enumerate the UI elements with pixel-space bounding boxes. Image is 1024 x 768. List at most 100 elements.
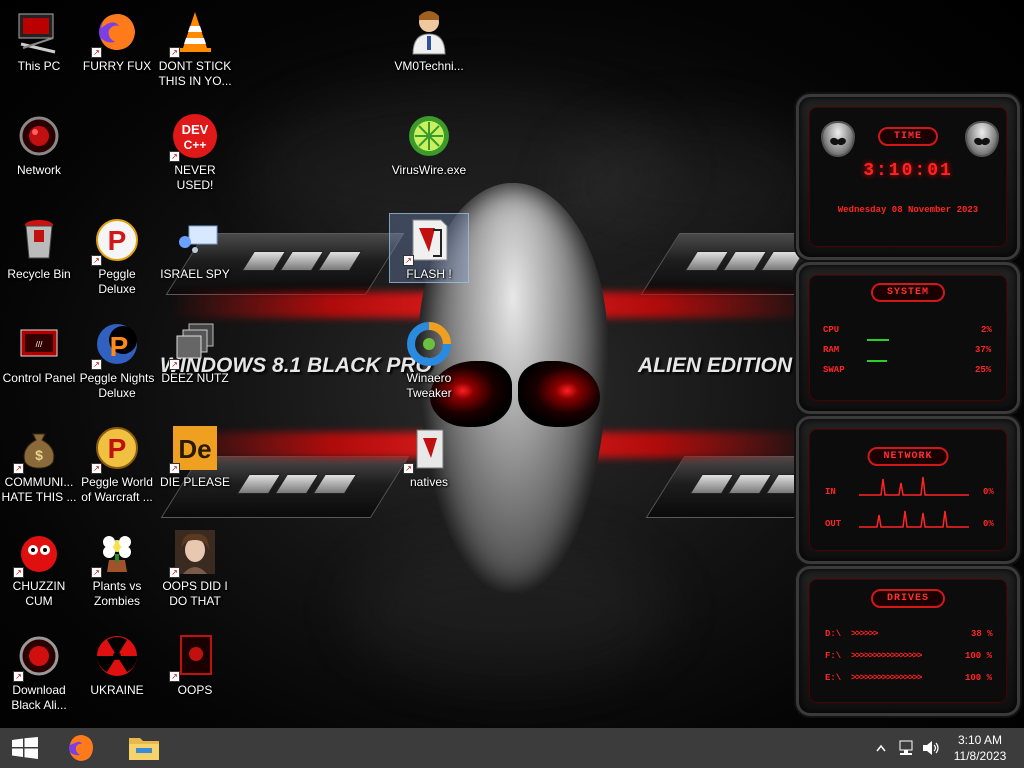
svg-text:P: P	[108, 225, 127, 256]
portrait-icon: ↗	[169, 528, 219, 578]
desktop-icon-control-panel[interactable]: /// Control Panel	[0, 320, 78, 386]
desktop-icon-winaero[interactable]: Winaero Tweaker	[390, 320, 468, 401]
network-in-value: 0%	[983, 487, 994, 497]
drive-f-label: F:\	[825, 651, 842, 661]
stacked-windows-icon: ↗	[169, 320, 219, 370]
desktop-icon-natives[interactable]: ↗ natives	[390, 424, 468, 490]
limewire-icon	[405, 112, 453, 160]
system-widget: SYSTEM CPU 2% RAM 37% SWAP 25%	[796, 262, 1020, 414]
svg-text:P: P	[108, 433, 127, 464]
volume-icon	[923, 741, 939, 755]
drives-widget: DRIVES D:\ >>>>>> 38 % F:\ >>>>>>>>>>>>>…	[796, 566, 1020, 716]
ram-label: RAM	[823, 345, 840, 355]
desktop-icon-network[interactable]: Network	[0, 112, 78, 178]
svg-text:///: ///	[36, 340, 43, 349]
svg-text:$: $	[35, 447, 43, 463]
peggle-nights-icon: P ↗	[91, 320, 141, 370]
windows-start-icon	[12, 737, 38, 759]
control-panel-icon: ///	[15, 320, 63, 368]
file-explorer-icon	[129, 738, 159, 760]
winaero-icon	[405, 320, 453, 368]
natives-folder-icon: ↗	[403, 424, 453, 474]
ram-usage-bar	[867, 339, 889, 341]
radiation-icon	[93, 632, 141, 680]
drive-d-value: 38 %	[971, 629, 993, 639]
desktop-icon-plants-vs-zombies[interactable]: ↗ Plants vs Zombies	[78, 528, 156, 609]
cpu-value: 2%	[981, 325, 992, 335]
network-out-value: 0%	[983, 519, 994, 529]
desktop-icon-israel-spy[interactable]: ISRAEL SPY	[156, 216, 234, 282]
smoke-effect	[560, 120, 820, 250]
desktop-icon-viruswire[interactable]: VirusWire.exe	[390, 112, 468, 178]
widget-date: Wednesday 08 November 2023	[837, 205, 979, 215]
network-widget: NETWORK IN 0% OUT 0%	[796, 416, 1020, 564]
desktop-icon-deez-nutz[interactable]: ↗ DEEZ NUTZ	[156, 320, 234, 386]
flash-folder-icon: ↗	[403, 216, 453, 266]
svg-text:P: P	[110, 331, 129, 362]
desktop-icon-dont-stick[interactable]: ↗ DONT STICK THIS IN YO...	[156, 8, 234, 89]
peggle-icon: P ↗	[91, 216, 141, 266]
desktop-icon-recycle-bin[interactable]: Recycle Bin	[0, 216, 78, 282]
drives-widget-title: DRIVES	[870, 589, 946, 608]
network-widget-title: NETWORK	[867, 447, 949, 466]
desktop[interactable]: WINDOWS 8.1 BLACK PRO ALIEN EDITION 20 T…	[0, 0, 1024, 728]
desktop-icon-die-please[interactable]: De ↗ DIE PLEASE	[156, 424, 234, 490]
desktop-icon-oops[interactable]: ↗ OOPS	[156, 632, 234, 698]
desktop-icon-peggle-deluxe[interactable]: P ↗ Peggle Deluxe	[78, 216, 156, 297]
pvz-icon: ↗	[91, 528, 141, 578]
drive-f-bar: >>>>>>>>>>>>>>>>	[851, 651, 922, 661]
desktop-icon-communi[interactable]: $ ↗ COMMUNI... HATE THIS ...	[0, 424, 78, 505]
volume-button[interactable]	[918, 728, 942, 768]
start-button[interactable]	[0, 728, 50, 768]
drive-e-value: 100 %	[965, 673, 993, 683]
swap-label: SWAP	[823, 365, 845, 375]
drive-e-label: E:\	[825, 673, 842, 683]
wallpaper-text-right: ALIEN EDITION 20	[638, 354, 822, 377]
desktop-icon-chuzzin[interactable]: ↗ CHUZZIN CUM	[0, 528, 78, 609]
die-icon: De ↗	[169, 424, 219, 474]
network-tray-button[interactable]	[894, 728, 918, 768]
drive-d-bar: >>>>>>	[851, 629, 878, 639]
oops-icon: ↗	[169, 632, 219, 682]
firefox-icon	[69, 735, 93, 761]
desktop-icon-flash[interactable]: ↗ FLASH !	[389, 213, 469, 283]
download-alien-icon: ↗	[13, 632, 63, 682]
time-widget: TIME 3:10:01 Wednesday 08 November 2023	[796, 94, 1020, 260]
this-pc-icon	[15, 8, 63, 56]
desktop-icon-peggle-nights[interactable]: P ↗ Peggle Nights Deluxe	[78, 320, 156, 401]
desktop-icon-vm0technician[interactable]: VM0Techni...	[390, 8, 468, 74]
network-icon	[15, 112, 63, 160]
drive-f-value: 100 %	[965, 651, 993, 661]
desktop-icon-ukraine[interactable]: UKRAINE	[78, 632, 156, 698]
desktop-icon-peggle-wow[interactable]: P ↗ Peggle World of Warcraft ...	[78, 424, 156, 505]
vlc-cone-icon: ↗	[169, 8, 219, 58]
network-in-graph	[859, 476, 969, 496]
desktop-icon-download-black-alien[interactable]: ↗ Download Black Ali...	[0, 632, 78, 713]
taskbar-firefox[interactable]	[58, 728, 104, 768]
chuzzle-icon: ↗	[13, 528, 63, 578]
desktop-icon-this-pc[interactable]: This PC	[0, 8, 78, 74]
drive-d-label: D:\	[825, 629, 842, 639]
swap-value: 25%	[975, 365, 992, 375]
desktop-icon-furry-fux[interactable]: ↗ FURRY FUX	[78, 8, 156, 74]
technician-icon	[405, 8, 453, 56]
ram-value: 37%	[975, 345, 992, 355]
recycle-bin-icon	[15, 216, 63, 264]
desktop-icon-never-used[interactable]: DEV C++ ↗ NEVER USED!	[156, 112, 234, 193]
system-widget-title: SYSTEM	[870, 283, 946, 302]
show-hidden-icons-button[interactable]	[872, 728, 890, 768]
network-tray-icon	[899, 740, 913, 755]
svg-text:DEV: DEV	[182, 122, 209, 137]
svg-text:C++: C++	[184, 138, 207, 152]
taskbar-clock[interactable]: 3:10 AM 11/8/2023	[948, 728, 1012, 768]
desktop-icon-oops-did-i[interactable]: ↗ OOPS DID I DO THAT	[156, 528, 234, 609]
taskbar-date: 11/8/2023	[953, 749, 1007, 763]
drive-e-bar: >>>>>>>>>>>>>>>>	[851, 673, 922, 683]
peggle-wow-icon: P ↗	[91, 424, 141, 474]
time-widget-title: TIME	[877, 127, 939, 146]
network-out-graph	[859, 510, 969, 528]
taskbar-file-explorer[interactable]	[120, 728, 168, 768]
money-bag-icon: $ ↗	[13, 424, 63, 474]
chevron-up-icon	[876, 744, 886, 752]
widget-clock: 3:10:01	[863, 161, 953, 181]
